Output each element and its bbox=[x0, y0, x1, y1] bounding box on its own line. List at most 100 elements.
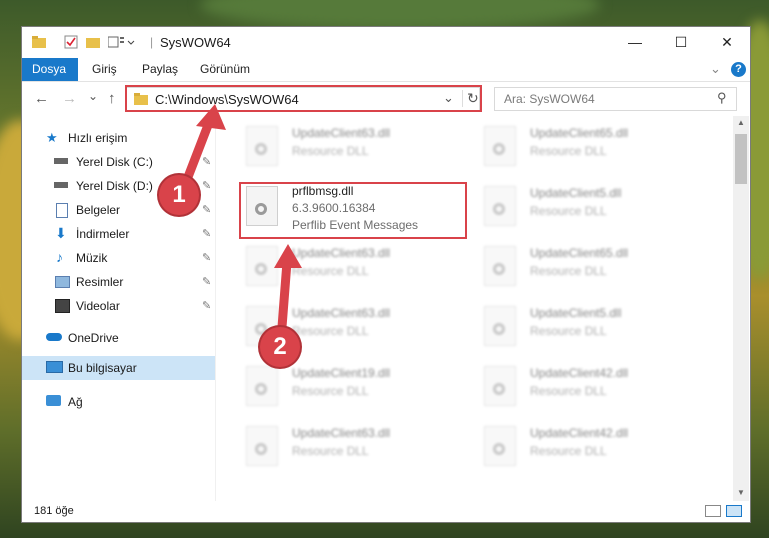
sidebar-item-onedrive[interactable]: OneDrive bbox=[22, 326, 215, 350]
scroll-up-icon[interactable]: ▲ bbox=[737, 118, 745, 127]
back-button[interactable]: ← bbox=[34, 90, 49, 107]
sidebar-item-quick-access[interactable]: ★ Hızlı erişim bbox=[22, 126, 215, 150]
list-item[interactable]: UpdateClient65.dll Resource DLL bbox=[478, 240, 698, 296]
file-description: Resource DLL bbox=[292, 144, 369, 158]
pictures-icon bbox=[55, 276, 70, 288]
list-item[interactable]: UpdateClient42.dll Resource DLL bbox=[478, 360, 698, 416]
recent-locations-button[interactable]: ⌄ bbox=[88, 89, 98, 103]
navigation-pane: ★ Hızlı erişim Yerel Disk (C:) ✎ Yerel D… bbox=[22, 116, 216, 501]
sidebar-item-label: Resimler bbox=[76, 275, 124, 289]
dll-file-icon bbox=[484, 126, 516, 166]
drive-icon bbox=[54, 158, 68, 164]
ribbon-expand-icon[interactable]: ⌄ bbox=[710, 61, 721, 77]
tab-view[interactable]: Görünüm bbox=[190, 58, 260, 81]
sidebar-item-network[interactable]: Ağ bbox=[22, 390, 215, 414]
search-icon[interactable]: ⚲ bbox=[717, 90, 727, 106]
vertical-scrollbar[interactable]: ▲ ▼ bbox=[733, 116, 749, 501]
title-bar: | SysWOW64 — ☐ ✕ bbox=[22, 27, 750, 58]
pin-icon[interactable]: ✎ bbox=[202, 251, 211, 264]
sidebar-item-music[interactable]: ♪ Müzik ✎ bbox=[22, 246, 215, 270]
downloads-icon: ⬇ bbox=[55, 225, 67, 241]
sidebar-item-label: Hızlı erişim bbox=[68, 131, 128, 145]
pin-icon[interactable]: ✎ bbox=[202, 275, 211, 288]
pin-icon[interactable]: ✎ bbox=[202, 227, 211, 240]
maximize-button[interactable]: ☐ bbox=[658, 27, 704, 58]
sidebar-item-label: Müzik bbox=[76, 251, 108, 265]
search-box[interactable]: Ara: SysWOW64 ⚲ bbox=[494, 87, 737, 111]
list-item[interactable]: UpdateClient63.dll Resource DLL bbox=[240, 120, 460, 176]
explorer-window: | SysWOW64 — ☐ ✕ Dosya Giriş Paylaş Görü… bbox=[22, 27, 750, 522]
sidebar-item-videos[interactable]: Videolar ✎ bbox=[22, 294, 215, 318]
sidebar-item-pictures[interactable]: Resimler ✎ bbox=[22, 270, 215, 294]
dll-file-icon bbox=[484, 186, 516, 226]
step-badge-2: 2 bbox=[260, 327, 300, 367]
sidebar-item-this-pc[interactable]: Bu bilgisayar bbox=[22, 356, 215, 380]
details-view-icon[interactable] bbox=[705, 505, 721, 517]
pin-icon[interactable]: ✎ bbox=[202, 179, 211, 192]
help-icon[interactable]: ? bbox=[731, 62, 746, 77]
customize-toolbar-icon[interactable] bbox=[107, 35, 138, 49]
file-description: Resource DLL bbox=[292, 264, 369, 278]
drive-icon bbox=[54, 182, 68, 188]
star-icon: ★ bbox=[46, 130, 58, 145]
file-description: Resource DLL bbox=[530, 144, 607, 158]
file-highlight-box bbox=[239, 182, 467, 239]
list-item[interactable]: UpdateClient42.dll Resource DLL bbox=[478, 420, 698, 476]
list-item[interactable]: UpdateClient5.dll Resource DLL bbox=[478, 180, 698, 236]
videos-icon bbox=[55, 299, 70, 313]
tab-home[interactable]: Giriş bbox=[82, 58, 127, 81]
tab-share[interactable]: Paylaş bbox=[132, 58, 188, 81]
folder-icon bbox=[32, 35, 46, 49]
file-name: UpdateClient19.dll bbox=[292, 366, 391, 380]
computer-icon bbox=[46, 361, 63, 373]
forward-button[interactable]: → bbox=[62, 90, 77, 107]
up-button[interactable]: ↑ bbox=[108, 90, 116, 107]
dll-file-icon bbox=[484, 426, 516, 466]
dll-file-icon bbox=[484, 366, 516, 406]
tiles-view-icon[interactable] bbox=[726, 505, 742, 517]
window-title: SysWOW64 bbox=[160, 35, 231, 50]
close-button[interactable]: ✕ bbox=[704, 27, 750, 58]
file-description: Resource DLL bbox=[292, 444, 369, 458]
dll-file-icon bbox=[246, 246, 278, 286]
file-name: UpdateClient5.dll bbox=[530, 306, 622, 320]
scroll-down-icon[interactable]: ▼ bbox=[737, 488, 745, 497]
file-description: Resource DLL bbox=[530, 204, 607, 218]
sidebar-item-label: Yerel Disk (D:) bbox=[76, 179, 153, 193]
dll-file-icon bbox=[484, 306, 516, 346]
pin-icon[interactable]: ✎ bbox=[202, 299, 211, 312]
music-icon: ♪ bbox=[56, 249, 63, 265]
sidebar-item-downloads[interactable]: ⬇ İndirmeler ✎ bbox=[22, 222, 215, 246]
file-list: UpdateClient63.dll Resource DLL UpdateCl… bbox=[216, 116, 732, 501]
pin-icon[interactable]: ✎ bbox=[202, 203, 211, 216]
new-folder-icon[interactable] bbox=[86, 35, 100, 49]
dll-file-icon bbox=[484, 246, 516, 286]
list-item[interactable]: UpdateClient63.dll Resource DLL bbox=[240, 240, 460, 296]
sidebar-item-drive-c[interactable]: Yerel Disk (C:) ✎ bbox=[22, 150, 215, 174]
sidebar-item-label: Yerel Disk (C:) bbox=[76, 155, 153, 169]
address-highlight-box bbox=[125, 85, 482, 112]
list-item[interactable]: UpdateClient65.dll Resource DLL bbox=[478, 120, 698, 176]
file-name: UpdateClient42.dll bbox=[530, 426, 629, 440]
dll-file-icon bbox=[246, 126, 278, 166]
file-name: UpdateClient63.dll bbox=[292, 306, 391, 320]
sidebar-item-label: Belgeler bbox=[76, 203, 121, 217]
network-icon bbox=[46, 395, 61, 406]
ribbon-tabs: Dosya Giriş Paylaş Görünüm ⌄ ? bbox=[22, 58, 750, 82]
properties-icon[interactable] bbox=[64, 35, 78, 49]
sidebar-item-label: Bu bilgisayar bbox=[68, 361, 137, 375]
file-name: UpdateClient65.dll bbox=[530, 246, 629, 260]
sidebar-item-label: Ağ bbox=[68, 395, 83, 409]
search-input[interactable]: Ara: SysWOW64 bbox=[504, 92, 595, 106]
list-item[interactable]: UpdateClient5.dll Resource DLL bbox=[478, 300, 698, 356]
tab-file[interactable]: Dosya bbox=[22, 58, 78, 81]
scrollbar-thumb[interactable] bbox=[735, 134, 747, 184]
sidebar-item-label: OneDrive bbox=[68, 331, 119, 345]
minimize-button[interactable]: — bbox=[612, 27, 658, 58]
list-item[interactable]: UpdateClient63.dll Resource DLL bbox=[240, 420, 460, 476]
file-description: Resource DLL bbox=[530, 324, 607, 338]
list-item[interactable]: UpdateClient19.dll Resource DLL bbox=[240, 360, 460, 416]
dll-file-icon bbox=[246, 366, 278, 406]
title-divider: | bbox=[150, 35, 154, 49]
pin-icon[interactable]: ✎ bbox=[202, 155, 211, 168]
